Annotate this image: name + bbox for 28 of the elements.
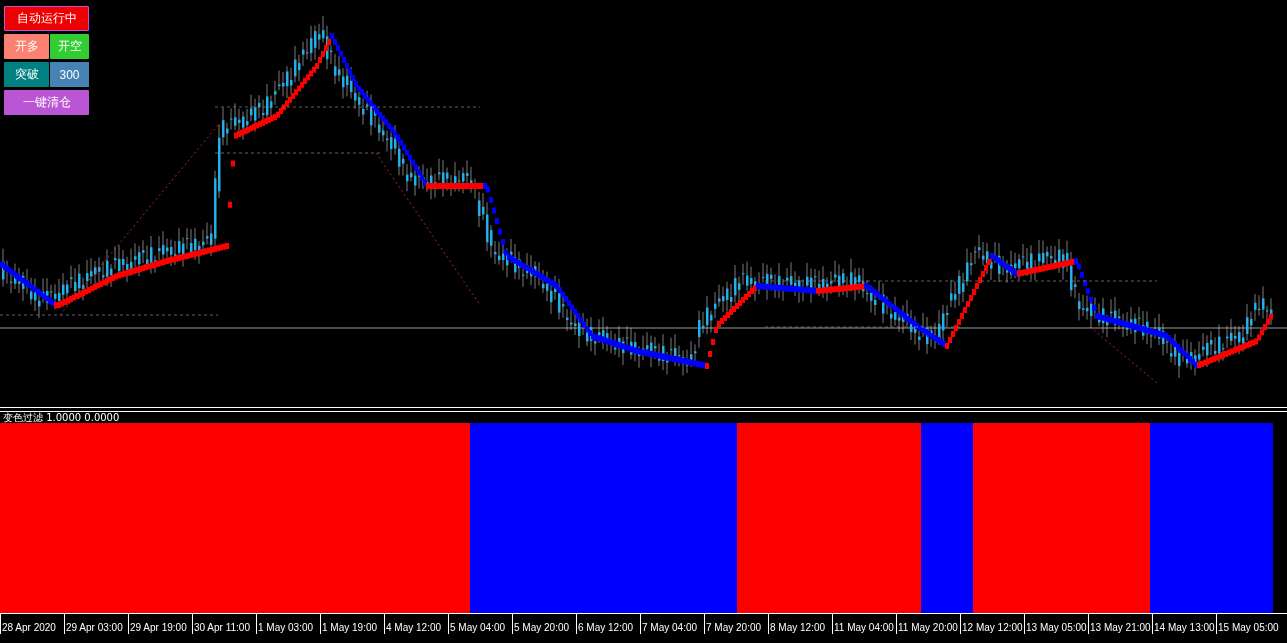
time-axis-label: 29 Apr 19:00 [128,614,192,634]
open-long-button[interactable]: 开多 [4,34,49,59]
time-axis-label: 29 Apr 03:00 [64,614,128,634]
time-axis-label: 30 Apr 11:00 [192,614,256,634]
indicator-label: 变色过滤 1.0000 0.0000 [2,412,121,423]
breakout-button[interactable]: 突破 [4,62,49,87]
time-axis-label: 6 May 12:00 [576,614,640,634]
time-axis-label: 8 May 12:00 [768,614,832,634]
time-axis-label: 7 May 04:00 [640,614,704,634]
time-axis-label: 5 May 04:00 [448,614,512,634]
time-axis-label: 28 Apr 2020 [0,614,64,634]
time-axis-label: 5 May 20:00 [512,614,576,634]
time-axis-label: 1 May 03:00 [256,614,320,634]
breakout-input-field[interactable]: 300 [50,62,89,87]
auto-running-button[interactable]: 自动运行中 [4,6,89,31]
time-axis-label: 13 May 05:00 [1024,614,1088,634]
open-short-button[interactable]: 开空 [50,34,89,59]
time-axis-label: 14 May 13:00 [1152,614,1216,634]
time-axis-label: 7 May 20:00 [704,614,768,634]
time-axis-label: 13 May 21:00 [1088,614,1152,634]
time-axis-label: 11 May 04:00 [832,614,896,634]
time-axis-label: 11 May 20:00 [896,614,960,634]
dotted-trend-line [1089,326,1158,384]
time-axis-label: 1 May 19:00 [320,614,384,634]
close-all-button[interactable]: 一键清仓 [4,90,89,115]
time-axis-label: 12 May 12:00 [960,614,1024,634]
time-axis-label: 15 May 05:00 [1216,614,1280,634]
time-axis-label: 4 May 12:00 [384,614,448,634]
